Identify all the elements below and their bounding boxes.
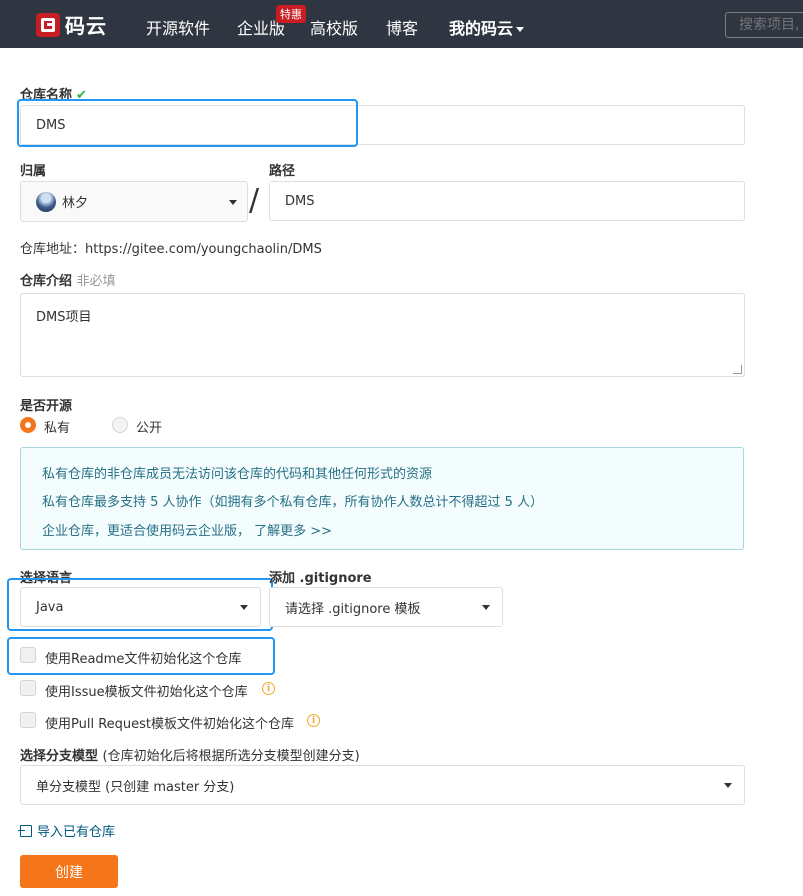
top-nav: 码云 开源软件 企业版 特惠 高校版 博客 我的码云: [0, 0, 803, 48]
branch-hint: (仓库初始化后将根据所选分支模型创建分支): [102, 749, 360, 764]
info-line-3[interactable]: 企业仓库，更适合使用码云企业版， 了解更多 >>: [42, 520, 332, 539]
avatar: [36, 191, 56, 212]
chevron-down-icon: [229, 200, 237, 205]
intro-value: DMS项目: [36, 310, 92, 325]
import-icon: [18, 824, 32, 837]
info-line-2: 私有仓库最多支持 5 人协作（如拥有多个私有仓库，所有协作人数总计不得超过 5 …: [42, 495, 544, 510]
nav-education[interactable]: 高校版: [310, 15, 358, 39]
intro-optional: 非必填: [76, 274, 116, 289]
branch-label-text: 选择分支模型: [20, 749, 99, 764]
highlight-box: [17, 99, 358, 147]
chevron-down-icon: [482, 605, 490, 610]
path-separator: /: [249, 183, 260, 218]
repo-address: 仓库地址：https://gitee.com/youngchaolin/DMS: [20, 242, 322, 257]
search-input[interactable]: [725, 12, 803, 38]
highlight-box: [7, 578, 273, 631]
path-input[interactable]: DMS: [269, 181, 745, 221]
gitignore-label: 添加 .gitignore: [269, 571, 372, 586]
highlight-box: [7, 637, 275, 675]
chevron-down-icon: [516, 27, 525, 32]
info-icon[interactable]: i: [307, 714, 320, 727]
radio-private[interactable]: [20, 417, 36, 433]
private-info-box: 私有仓库的非仓库成员无法访问该仓库的代码和其他任何形式的资源 私有仓库最多支持 …: [20, 447, 744, 550]
path-label: 路径: [269, 164, 296, 179]
checkbox-issue-template-label[interactable]: 使用Issue模板文件初始化这个仓库: [45, 681, 248, 700]
import-repo-label: 导入已有仓库: [37, 825, 116, 840]
branch-label: 选择分支模型 (仓库初始化后将根据所选分支模型创建分支): [20, 745, 360, 764]
nav-my-gitee[interactable]: 我的码云: [449, 15, 525, 39]
path-value: DMS: [285, 193, 315, 209]
nav-blog[interactable]: 博客: [386, 15, 418, 39]
checkbox-pr-template[interactable]: [20, 712, 36, 728]
owner-value: 林夕: [62, 196, 89, 211]
promo-badge: 特惠: [276, 5, 306, 23]
owner-select[interactable]: 林夕: [20, 181, 248, 222]
intro-textarea[interactable]: DMS项目: [20, 293, 745, 377]
gitignore-placeholder: 请选择 .gitignore 模板: [285, 601, 421, 617]
radio-private-label[interactable]: 私有: [44, 417, 70, 436]
radio-public[interactable]: [112, 417, 128, 433]
gitee-logo[interactable]: 码云: [36, 10, 107, 39]
import-repo-link[interactable]: 导入已有仓库: [18, 821, 116, 840]
create-button[interactable]: 创建: [20, 855, 118, 888]
logo-text: 码云: [65, 14, 107, 38]
checkbox-pr-template-label[interactable]: 使用Pull Request模板文件初始化这个仓库: [45, 713, 294, 732]
owner-label: 归属: [20, 164, 47, 179]
chevron-down-icon: [724, 783, 732, 788]
intro-label-text: 仓库介绍: [20, 274, 73, 289]
branch-model-select[interactable]: 单分支模型 (只创建 master 分支): [20, 765, 745, 805]
radio-public-label[interactable]: 公开: [136, 417, 162, 436]
gitee-logo-icon: [36, 12, 60, 37]
visibility-label: 是否开源: [20, 399, 73, 414]
info-line-1: 私有仓库的非仓库成员无法访问该仓库的代码和其他任何形式的资源: [42, 467, 433, 482]
intro-label: 仓库介绍 非必填: [20, 270, 116, 289]
branch-model-value: 单分支模型 (只创建 master 分支): [36, 779, 235, 795]
resize-handle-icon[interactable]: [733, 365, 742, 374]
gitignore-select[interactable]: 请选择 .gitignore 模板: [269, 587, 503, 627]
nav-opensource[interactable]: 开源软件: [146, 15, 210, 39]
checkbox-issue-template[interactable]: [20, 680, 36, 696]
nav-my-gitee-label: 我的码云: [449, 19, 514, 38]
info-icon[interactable]: i: [262, 682, 275, 695]
